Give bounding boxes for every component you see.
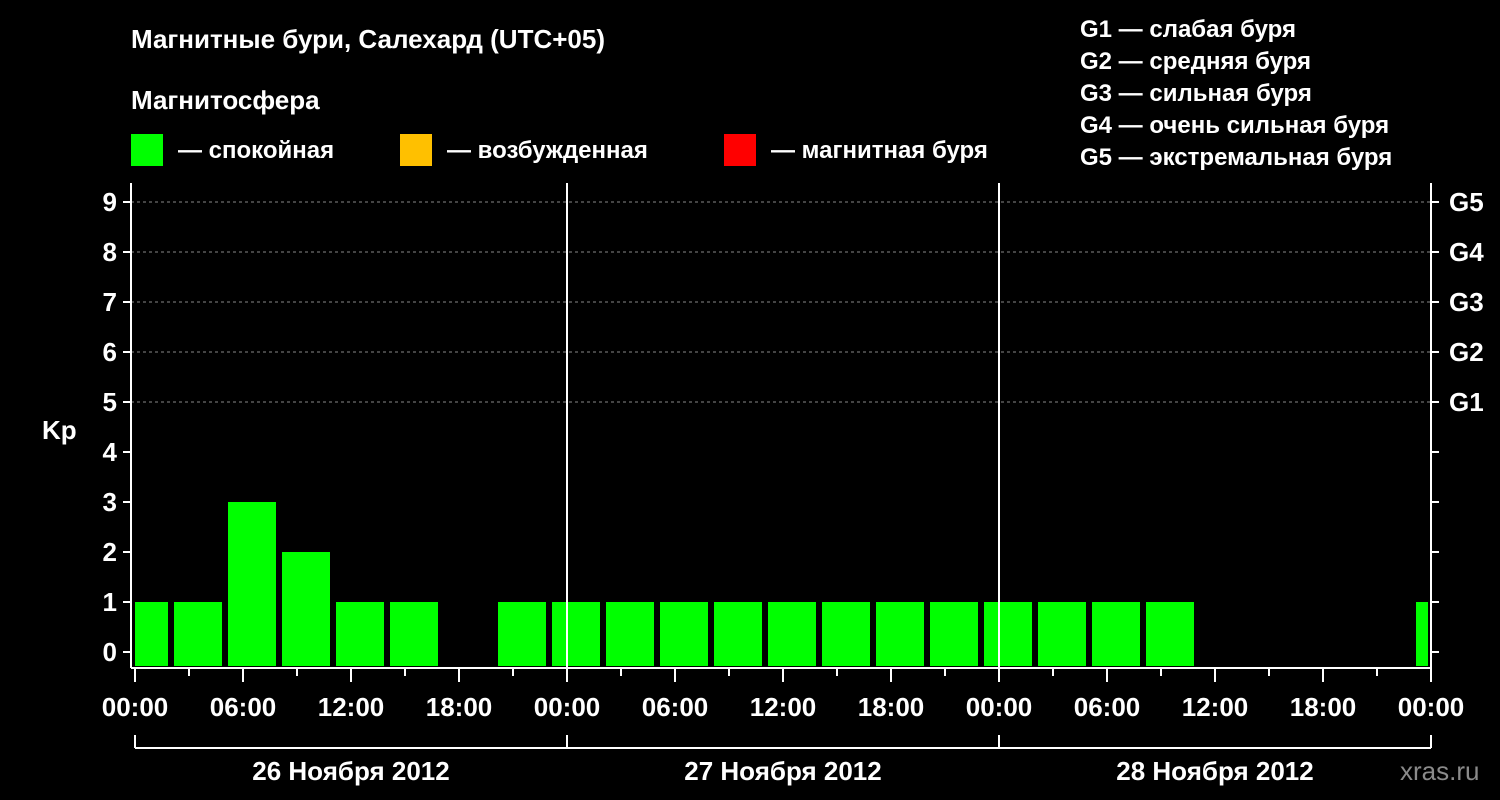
plot-area: 0 1 2 3 4 5 6 7 8 9 G1 G2 G3 G4 G5 00:00 06:00 12:00 18:00… bbox=[102, 183, 1484, 786]
y-tick-label: 2 bbox=[103, 537, 117, 567]
day-label: 27 Ноября 2012 bbox=[684, 756, 881, 786]
y-tick-label: 4 bbox=[103, 437, 118, 467]
storm-scale-g3: G3 — сильная буря bbox=[1080, 80, 1312, 107]
day-label: 28 Ноября 2012 bbox=[1116, 756, 1313, 786]
y-tick-label: 7 bbox=[103, 287, 117, 317]
y-tick-label: 9 bbox=[103, 187, 117, 217]
storm-scale: G1 — слабая буря G2 — средняя буря G3 — … bbox=[1080, 16, 1392, 171]
x-tick-label: 00:00 bbox=[534, 692, 601, 722]
day-label: 26 Ноября 2012 bbox=[252, 756, 449, 786]
y-tick-label: 1 bbox=[103, 587, 117, 617]
legend-label-storm: — магнитная буря bbox=[771, 137, 988, 164]
y-tick-label: 8 bbox=[103, 237, 117, 267]
kp-bar-9 bbox=[660, 602, 708, 666]
kp-bar-1 bbox=[174, 602, 222, 666]
kp-bar-10 bbox=[714, 602, 762, 666]
x-tick-label: 00:00 bbox=[1398, 692, 1465, 722]
chart-subtitle: Магнитосфера bbox=[131, 85, 320, 115]
x-tick-label: 12:00 bbox=[750, 692, 817, 722]
storm-scale-g5: G5 — экстремальная буря bbox=[1080, 144, 1392, 171]
y-tick-label: 5 bbox=[103, 387, 117, 417]
legend-swatch-active bbox=[400, 134, 432, 166]
kp-bar-0 bbox=[135, 602, 168, 666]
storm-level-label: G1 bbox=[1449, 387, 1484, 417]
kp-bar-19 bbox=[1416, 602, 1428, 666]
kp-bar-12 bbox=[822, 602, 870, 666]
storm-level-label: G5 bbox=[1449, 187, 1484, 217]
x-tick-label: 00:00 bbox=[966, 692, 1033, 722]
legend-label-quiet: — спокойная bbox=[178, 137, 334, 164]
kp-bar-18 bbox=[1146, 602, 1194, 666]
x-tick-label: 12:00 bbox=[1182, 692, 1249, 722]
kp-bar-5 bbox=[390, 602, 438, 666]
kp-bar-16 bbox=[1038, 602, 1086, 666]
kp-bar-7 bbox=[552, 602, 600, 666]
kp-bar-4 bbox=[336, 602, 384, 666]
storm-level-label: G2 bbox=[1449, 337, 1484, 367]
x-tick-label: 06:00 bbox=[1074, 692, 1141, 722]
x-tick-label: 18:00 bbox=[426, 692, 493, 722]
kp-bar-11 bbox=[768, 602, 816, 666]
kp-bar-6 bbox=[498, 602, 546, 666]
x-tick-label: 18:00 bbox=[1290, 692, 1357, 722]
y-axis-label: Kp bbox=[42, 415, 77, 445]
storm-scale-g1: G1 — слабая буря bbox=[1080, 16, 1296, 43]
x-tick-label: 06:00 bbox=[642, 692, 709, 722]
x-tick-label: 06:00 bbox=[210, 692, 277, 722]
kp-bar-14 bbox=[930, 602, 978, 666]
kp-bar-3 bbox=[282, 552, 330, 666]
legend-swatch-storm bbox=[724, 134, 756, 166]
y-tick-label: 3 bbox=[103, 487, 117, 517]
y-tick-label: 6 bbox=[103, 337, 117, 367]
kp-bar-15 bbox=[984, 602, 1032, 666]
storm-level-label: G3 bbox=[1449, 287, 1484, 317]
storm-scale-g2: G2 — средняя буря bbox=[1080, 48, 1311, 75]
kp-bar-13 bbox=[876, 602, 924, 666]
kp-bar-2 bbox=[228, 502, 276, 666]
kp-bar-8 bbox=[606, 602, 654, 666]
watermark: xras.ru bbox=[1400, 756, 1479, 786]
kp-chart: Магнитные бури, Салехард (UTC+05) Магнит… bbox=[42, 16, 1484, 786]
legend: — спокойная — возбужденная — магнитная б… bbox=[131, 134, 988, 166]
storm-level-label: G4 bbox=[1449, 237, 1484, 267]
x-tick-label: 12:00 bbox=[318, 692, 385, 722]
kp-bar-17 bbox=[1092, 602, 1140, 666]
x-tick-label: 00:00 bbox=[102, 692, 169, 722]
legend-label-active: — возбужденная bbox=[447, 137, 648, 164]
chart-title: Магнитные бури, Салехард (UTC+05) bbox=[131, 24, 605, 54]
y-tick-label: 0 bbox=[103, 637, 117, 667]
x-tick-label: 18:00 bbox=[858, 692, 925, 722]
legend-swatch-quiet bbox=[131, 134, 163, 166]
storm-scale-g4: G4 — очень сильная буря bbox=[1080, 112, 1389, 139]
